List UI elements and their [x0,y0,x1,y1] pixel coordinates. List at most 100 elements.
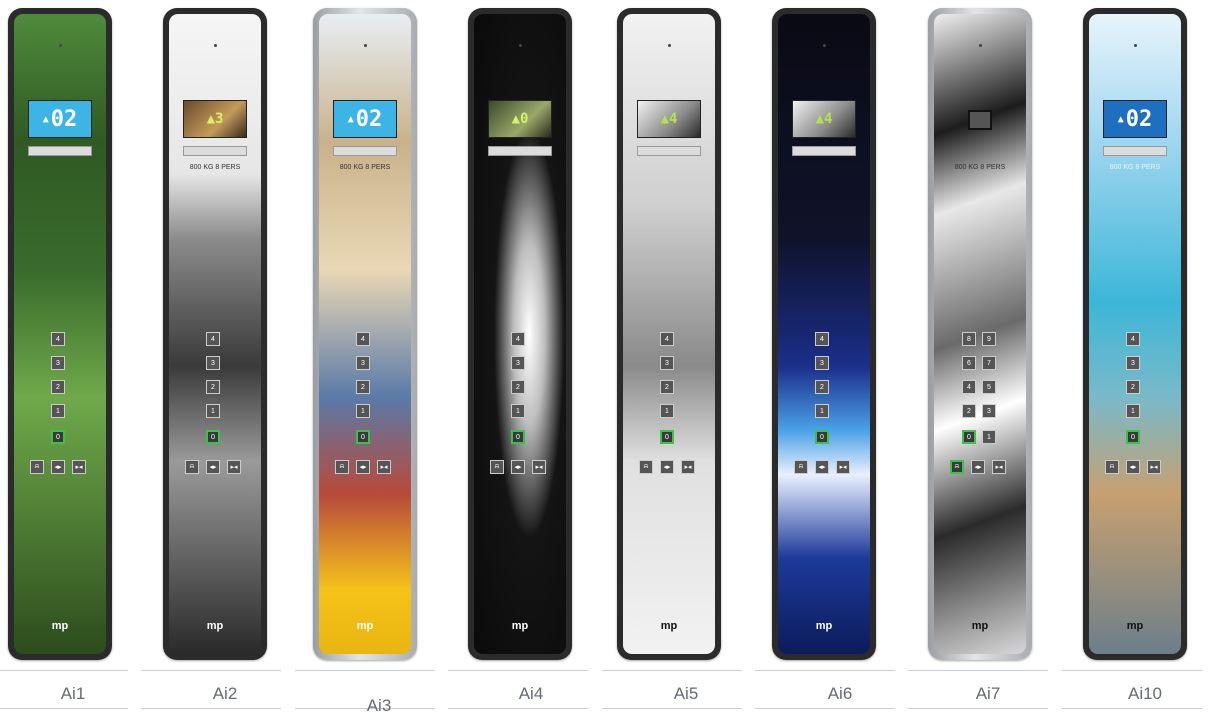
door-close-icon[interactable]: ▸◂ [72,460,86,474]
door-close-icon[interactable]: ▸◂ [227,460,241,474]
door-open-icon[interactable]: ◂▸ [815,460,829,474]
divider-line [141,670,281,671]
alarm-bell-icon[interactable]: ⍾ [1105,460,1119,474]
floor-button-2[interactable]: 2 [1126,380,1140,394]
logo-text: mp [206,620,224,632]
caption-ai2: Ai2 [212,684,238,703]
floor-display: ▲ 02 [28,100,92,138]
floor-button-3[interactable]: 3 [982,404,996,418]
panel-frame: ▲ 3 800 KG 8 PERS 4 3 2 1 0 ⍾ ◂▸ ▸◂ mp [163,8,267,660]
panel-face-chrome: 800 KG 8 PERS 8 9 6 7 4 5 2 3 0 1 ⍾ ◂▸ ▸… [934,14,1026,654]
floor-button-1[interactable]: 1 [511,404,525,418]
floor-button-3[interactable]: 3 [1126,356,1140,370]
floor-number: 02 [355,106,383,132]
floor-button-3[interactable]: 3 [815,356,829,370]
alarm-bell-icon[interactable]: ⍾ [335,460,349,474]
floor-button-1[interactable]: 1 [51,404,65,418]
brand-logo: mp [934,620,1026,632]
floor-button-2[interactable]: 2 [511,380,525,394]
alarm-bell-icon[interactable]: ⍾ [30,460,44,474]
floor-button-1[interactable]: 1 [356,404,370,418]
alarm-bell-icon[interactable]: ⍾ [950,460,964,474]
floor-button-4[interactable]: 4 [660,332,674,346]
door-open-icon[interactable]: ◂▸ [1126,460,1140,474]
floor-button-1[interactable]: 1 [982,430,996,444]
floor-button-4[interactable]: 4 [51,332,65,346]
door-open-icon[interactable]: ◂▸ [511,460,525,474]
floor-button-2[interactable]: 2 [206,380,220,394]
floor-button-2[interactable]: 2 [356,380,370,394]
floor-button-1[interactable]: 1 [206,404,220,418]
panel-frame: ▲ 02 800 KG 8 PERS 4 3 2 1 0 ⍾ ◂▸ ▸◂ mp [1083,8,1187,660]
floor-button-3[interactable]: 3 [660,356,674,370]
floor-button-7[interactable]: 7 [982,356,996,370]
up-arrow-icon: ▲ [206,111,215,127]
floor-button-4[interactable]: 4 [511,332,525,346]
floor-button-3[interactable]: 3 [51,356,65,370]
alarm-bell-icon[interactable]: ⍾ [794,460,808,474]
floor-button-0[interactable]: 0 [51,430,65,444]
door-open-icon[interactable]: ◂▸ [660,460,674,474]
logo-text: mp [511,620,529,632]
alarm-bell-icon[interactable]: ⍾ [639,460,653,474]
door-close-icon[interactable]: ▸◂ [681,460,695,474]
door-open-icon[interactable]: ◂▸ [971,460,985,474]
alarm-bell-icon[interactable]: ⍾ [490,460,504,474]
floor-number: 4 [669,111,678,127]
floor-button-0[interactable]: 0 [511,430,525,444]
floor-button-0[interactable]: 0 [660,430,674,444]
floor-button-4[interactable]: 4 [356,332,370,346]
floor-button-4[interactable]: 4 [206,332,220,346]
floor-button-3[interactable]: 3 [356,356,370,370]
door-open-icon[interactable]: ◂▸ [206,460,220,474]
floor-button-2[interactable]: 2 [962,404,976,418]
floor-button-0[interactable]: 0 [1126,430,1140,444]
capacity-label: 800 KG 8 PERS [339,164,391,171]
door-close-icon[interactable]: ▸◂ [992,460,1006,474]
divider-line [1062,708,1202,709]
floor-button-2[interactable]: 2 [660,380,674,394]
caption-ai10: Ai10 [1127,684,1163,703]
floor-display: ▲ 3 [183,100,247,138]
alarm-bell-icon[interactable]: ⍾ [185,460,199,474]
floor-display: ▲ 0 [488,100,552,138]
floor-display: ▲ 02 [1103,100,1167,138]
floor-button-0[interactable]: 0 [962,430,976,444]
floor-button-8[interactable]: 8 [962,332,976,346]
capacity-label: 800 KG 8 PERS [954,164,1006,171]
floor-button-3[interactable]: 3 [511,356,525,370]
door-close-icon[interactable]: ▸◂ [1147,460,1161,474]
floor-button-2[interactable]: 2 [51,380,65,394]
door-close-icon[interactable]: ▸◂ [377,460,391,474]
floor-button-4[interactable]: 4 [1126,332,1140,346]
floor-button-9[interactable]: 9 [982,332,996,346]
door-open-icon[interactable]: ◂▸ [51,460,65,474]
floor-button-0[interactable]: 0 [815,430,829,444]
caption-ai1: Ai1 [60,684,86,703]
panel-ai7: 800 KG 8 PERS 8 9 6 7 4 5 2 3 0 1 ⍾ ◂▸ ▸… [928,8,1032,660]
floor-button-0[interactable]: 0 [356,430,370,444]
floor-button-1[interactable]: 1 [660,404,674,418]
door-close-icon[interactable]: ▸◂ [532,460,546,474]
floor-button-3[interactable]: 3 [206,356,220,370]
brand-logo: mp [169,620,261,632]
floor-button-6[interactable]: 6 [962,356,976,370]
floor-button-1[interactable]: 1 [1126,404,1140,418]
brand-logo: mp [623,620,715,632]
door-open-icon[interactable]: ◂▸ [356,460,370,474]
floor-display: ▲ 4 [792,100,856,138]
floor-button-5[interactable]: 5 [982,380,996,394]
divider-line [141,708,281,709]
caption-ai6: Ai6 [827,684,853,703]
logo-text: mp [356,620,374,632]
door-close-icon[interactable]: ▸◂ [836,460,850,474]
panel-ai4: ▲ 0 4 3 2 1 0 ⍾ ◂▸ ▸◂ mp [468,8,572,660]
floor-button-2[interactable]: 2 [815,380,829,394]
floor-button-0[interactable]: 0 [206,430,220,444]
floor-button-4[interactable]: 4 [815,332,829,346]
floor-button-4[interactable]: 4 [962,380,976,394]
divider-line [448,708,588,709]
floor-button-1[interactable]: 1 [815,404,829,418]
camera-dot [668,44,671,47]
camera-dot [823,44,826,47]
